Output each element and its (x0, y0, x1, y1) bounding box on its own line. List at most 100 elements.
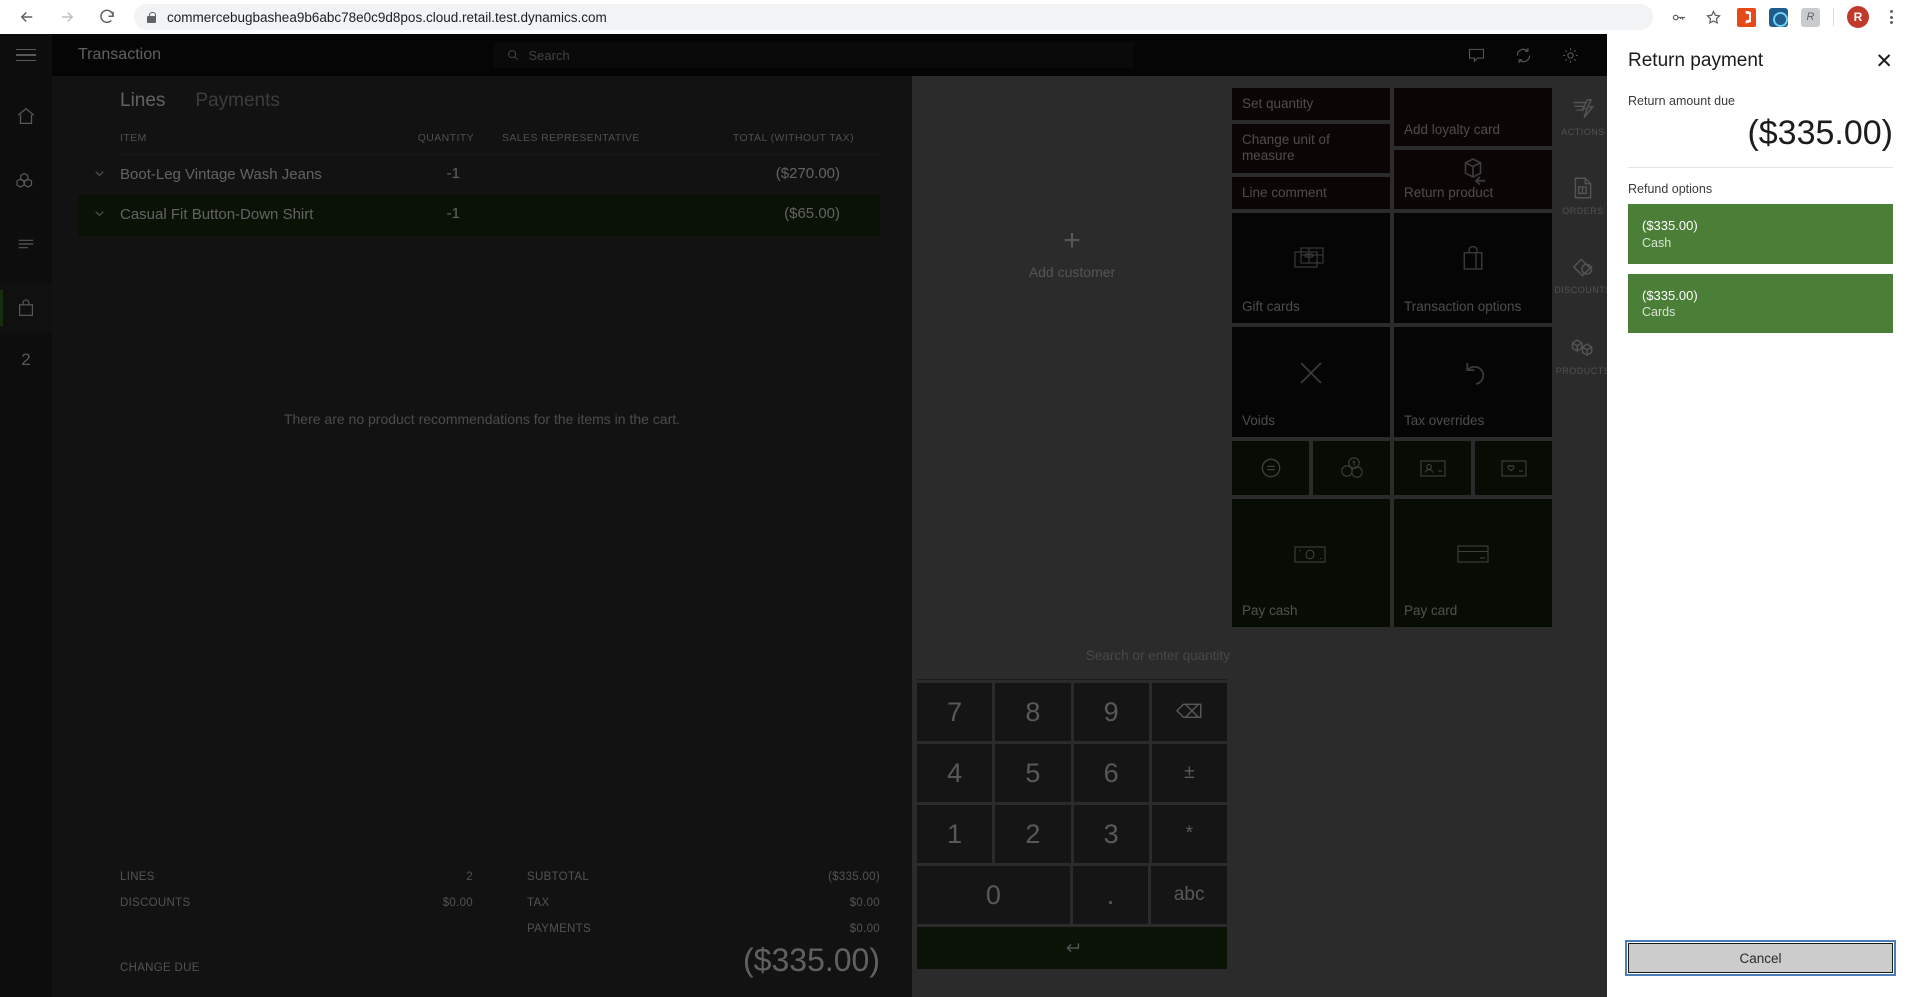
table-row[interactable]: Casual Fit Button-Down Shirt -1 ($65.00) (78, 195, 880, 236)
url-text: commercebugbashea9b6abc78e0c9d8pos.cloud… (167, 9, 607, 25)
rail-menu-button[interactable] (0, 34, 52, 76)
gear-icon[interactable] (1560, 45, 1581, 66)
keypad-row (917, 927, 1227, 969)
tile-label: Pay cash (1242, 602, 1298, 618)
chevron-down-icon[interactable] (78, 205, 120, 220)
chevron-down-icon[interactable] (78, 165, 120, 180)
kebab-menu-icon[interactable] (1882, 10, 1900, 24)
reload-button[interactable] (94, 4, 120, 30)
key-plus-minus[interactable]: ± (1151, 744, 1227, 802)
flyout-header: Return payment ✕ (1628, 34, 1893, 82)
row-quantity: -1 (446, 165, 460, 182)
flyout-spacer (1628, 343, 1893, 943)
blue-extension-icon[interactable] (1769, 7, 1788, 27)
key-5[interactable]: 5 (995, 744, 1071, 802)
avatar[interactable]: R (1847, 6, 1869, 28)
enter-icon[interactable] (917, 927, 1227, 969)
tile-line-comment[interactable]: Line comment (1232, 176, 1390, 209)
key-asterisk[interactable]: * (1151, 805, 1227, 863)
toolbar-divider (1833, 8, 1834, 26)
tile-label: Return product (1404, 184, 1494, 200)
backspace-icon[interactable]: ⌫ (1151, 683, 1227, 741)
nav-rail-item-discounts[interactable]: DISCOUNTS (1552, 248, 1614, 301)
address-bar[interactable]: commercebugbashea9b6abc78e0c9d8pos.cloud… (134, 4, 1653, 30)
key-3[interactable]: 3 (1073, 805, 1149, 863)
tile-change-unit-of-measure[interactable]: Change unit of measure (1232, 124, 1390, 173)
key-4[interactable]: 4 (917, 744, 993, 802)
totals-label: PAYMENTS (527, 923, 591, 935)
key-1[interactable]: 1 (917, 805, 993, 863)
gift-card-icon (1232, 213, 1390, 305)
refund-option-cards[interactable]: ($335.00) Cards (1628, 273, 1893, 333)
key-0[interactable]: 0 (917, 866, 1070, 924)
comment-icon[interactable] (1466, 45, 1487, 66)
return-payment-flyout: Return payment ✕ Return amount due ($335… (1607, 34, 1914, 997)
banknote-icon (1232, 499, 1390, 609)
cart-totals: LINES 2 DISCOUNTS $0.00 SUBTOTAL ($335.0… (52, 864, 912, 942)
totals-label: SUBTOTAL (527, 871, 590, 883)
tiles-column-left: Set quantity Change unit of measure Line… (1232, 88, 1390, 209)
cart-bag-icon (18, 299, 34, 316)
key-2[interactable]: 2 (995, 805, 1071, 863)
credit-card-icon (1394, 499, 1552, 609)
quick-button-currency[interactable] (1313, 440, 1390, 495)
nav-rail-label: DISCOUNTS (1554, 285, 1612, 295)
quick-button-loyalty-card[interactable] (1475, 440, 1552, 495)
cancel-button[interactable]: Cancel (1625, 940, 1896, 976)
refund-option-cash[interactable]: ($335.00) Cash (1628, 204, 1893, 264)
tile-add-loyalty-card[interactable]: Add loyalty card (1394, 88, 1552, 147)
star-icon[interactable] (1702, 6, 1724, 28)
tiles-row-quick-buttons (1232, 440, 1552, 495)
key-9[interactable]: 9 (1073, 683, 1149, 741)
equals-circle-icon (1258, 455, 1284, 481)
key-6[interactable]: 6 (1073, 744, 1149, 802)
tile-set-quantity[interactable]: Set quantity (1232, 88, 1390, 121)
tile-tax-overrides[interactable]: Tax overrides (1394, 326, 1552, 437)
office-extension-icon[interactable] (1737, 7, 1756, 27)
tile-voids[interactable]: Voids (1232, 326, 1390, 437)
column-sales-rep: SALES REPRESENTATIVE (502, 132, 640, 144)
gray-extension-icon[interactable]: R (1801, 7, 1820, 27)
sync-icon[interactable] (1513, 45, 1534, 66)
quick-button-price-check[interactable] (1232, 440, 1309, 495)
totals-row-tax: TAX $0.00 (527, 890, 880, 916)
row-item-name: Casual Fit Button-Down Shirt (120, 206, 314, 224)
sidebar-item-lines[interactable] (0, 220, 52, 268)
key-decimal[interactable]: . (1072, 866, 1149, 924)
tile-gift-cards[interactable]: Gift cards (1232, 212, 1390, 323)
key-abc[interactable]: abc (1151, 866, 1227, 924)
main-column: Transaction Search Lines Payments ITEM Q… (52, 34, 1618, 997)
tile-pay-card[interactable]: Pay card (1394, 498, 1552, 627)
key-8[interactable]: 8 (995, 683, 1071, 741)
tile-return-product[interactable]: Return product (1394, 150, 1552, 209)
nav-rail-label: ORDERS (1562, 206, 1604, 216)
sidebar-item-home[interactable] (0, 92, 52, 140)
tab-lines[interactable]: Lines (120, 90, 165, 112)
close-icon[interactable]: ✕ (1875, 51, 1893, 72)
tile-pay-cash[interactable]: Pay cash (1232, 498, 1390, 627)
tile-label: Tax overrides (1404, 412, 1485, 428)
back-button[interactable] (14, 4, 40, 30)
key-7[interactable]: 7 (917, 683, 993, 741)
tab-payments[interactable]: Payments (195, 90, 279, 112)
sidebar-item-cart[interactable] (0, 284, 52, 332)
nav-rail-item-orders[interactable]: ORDERS (1552, 169, 1614, 222)
nav-rail-label: ACTIONS (1561, 127, 1605, 137)
forward-button[interactable] (54, 4, 80, 30)
sidebar-item-products[interactable] (0, 156, 52, 204)
nav-rail-item-products[interactable]: PRODUCTS (1552, 327, 1614, 382)
hamburger-icon (16, 48, 36, 62)
search-input[interactable]: Search (493, 42, 1134, 68)
tile-transaction-options[interactable]: Transaction options (1394, 212, 1552, 323)
table-row[interactable]: Boot-Leg Vintage Wash Jeans -1 ($270.00) (78, 155, 880, 195)
totals-right-column: SUBTOTAL ($335.00) TAX $0.00 PAYMENTS $0… (513, 864, 880, 942)
add-customer-button[interactable]: + Add customer (1029, 226, 1115, 281)
tile-label: Voids (1242, 412, 1276, 428)
quantity-search-input[interactable]: Search or enter quantity (912, 648, 1232, 679)
app-header: Transaction Search (52, 34, 1607, 76)
lines-icon (18, 239, 34, 249)
nav-rail-item-actions[interactable]: ACTIONS (1552, 78, 1618, 150)
key-icon[interactable] (1667, 6, 1689, 28)
quick-button-customer-card[interactable] (1394, 440, 1471, 495)
tile-label: Transaction options (1404, 298, 1522, 314)
